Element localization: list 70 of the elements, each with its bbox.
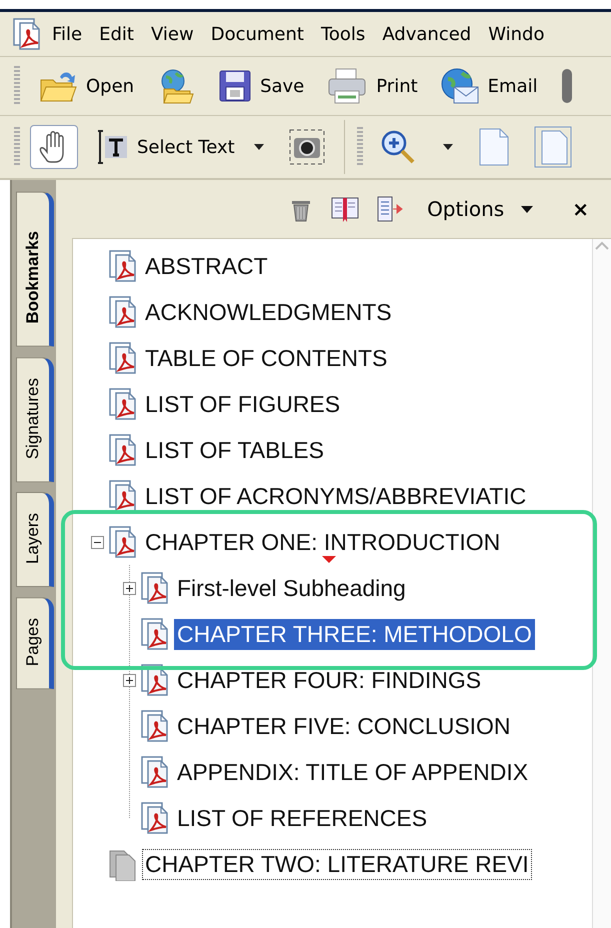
- pdf-document-icon: [108, 249, 138, 283]
- bookmark-item[interactable]: LIST OF REFERENCES: [174, 802, 430, 834]
- bookmark-item[interactable]: TABLE OF CONTENTS: [142, 342, 390, 374]
- menu-item[interactable]: View: [142, 24, 203, 44]
- bookmark-icon: [331, 195, 360, 223]
- menu-item[interactable]: Document: [202, 24, 313, 44]
- bookmark-item[interactable]: LIST OF FIGURES: [142, 388, 344, 420]
- page-frame-icon: [534, 126, 572, 168]
- toolbar-grip[interactable]: [356, 127, 363, 167]
- pdf-document-icon: [140, 709, 170, 743]
- caret-icon: [520, 204, 534, 214]
- bookmark-item[interactable]: CHAPTER THREE: METHODOLO: [174, 618, 535, 650]
- expand-toggle[interactable]: [123, 582, 136, 594]
- bookmark-item[interactable]: LIST OF TABLES: [142, 434, 327, 466]
- pdf-document-icon: [140, 801, 170, 835]
- bookmark-item[interactable]: ABSTRACT: [142, 250, 271, 282]
- clip-icon: [560, 67, 572, 105]
- toolbar-button[interactable]: Print: [322, 65, 422, 107]
- close-button[interactable]: ×: [570, 195, 591, 223]
- side-tab[interactable]: Bookmarks: [16, 192, 54, 347]
- toolbar-grip[interactable]: [14, 127, 20, 167]
- toolbar-button[interactable]: Email: [436, 65, 542, 107]
- menu-item[interactable]: Advanced: [374, 24, 480, 44]
- caret-icon: [252, 143, 265, 151]
- pdf-document-icon: [108, 525, 138, 559]
- plus-icon: [124, 582, 135, 594]
- side-tab[interactable]: Layers: [16, 492, 54, 587]
- menu-item[interactable]: Tools: [312, 24, 374, 44]
- side-tab[interactable]: Signatures: [16, 356, 54, 482]
- pdf-document-icon: [140, 755, 170, 789]
- expand-toggle[interactable]: [91, 536, 104, 548]
- options-menu-button[interactable]: Options: [425, 195, 536, 223]
- pdf-document-icon: [108, 433, 138, 467]
- bookmark-item[interactable]: CHAPTER FOUR: FINDINGS: [174, 664, 484, 696]
- globe-envelope-icon: [440, 67, 480, 105]
- expand-bookmark-button[interactable]: [375, 194, 406, 224]
- hand-tool-button[interactable]: [30, 125, 78, 169]
- side-tab[interactable]: Pages: [16, 596, 54, 690]
- pdf-document-icon: [140, 617, 170, 651]
- camera-icon: [288, 129, 325, 165]
- pdf-document-icon: [140, 571, 170, 605]
- toolbar-grip[interactable]: [14, 66, 20, 106]
- caret-icon: [442, 143, 454, 151]
- zoom-in-icon: [380, 129, 416, 165]
- bookmark-item[interactable]: CHAPTER FIVE: CONCLUSION: [174, 710, 514, 742]
- bookmark-item[interactable]: ACKNOWLEDGMENTS: [142, 296, 395, 328]
- pdf-document-icon: [108, 479, 138, 513]
- bookmark-item[interactable]: CHAPTER ONE: INTRODUCTION: [142, 526, 504, 558]
- pdf-document-icon: [108, 295, 138, 329]
- pdf-document-icon: [108, 341, 138, 375]
- bookmark-item[interactable]: CHAPTER TWO: LITERATURE REVI: [142, 848, 532, 880]
- drop-marker-icon: [322, 556, 336, 563]
- bookmark-item[interactable]: First-level Subheading: [174, 572, 409, 604]
- printer-icon: [326, 67, 368, 105]
- pdf-document-icon: [140, 663, 170, 697]
- menu-item[interactable]: File: [44, 24, 92, 44]
- scroll-bar[interactable]: [592, 239, 611, 928]
- text-cursor-icon: [95, 128, 129, 166]
- page-icon: [478, 127, 510, 167]
- bookmark-item[interactable]: LIST OF ACRONYMS/ABBREVIATIC: [142, 480, 530, 512]
- pdf-document-icon: [108, 387, 138, 421]
- plus-icon: [124, 674, 135, 686]
- expand-bookmark-icon: [377, 196, 404, 222]
- toolbar-button[interactable]: Open: [34, 66, 138, 106]
- menu-item[interactable]: Edit: [91, 24, 143, 44]
- expand-toggle[interactable]: [123, 674, 136, 686]
- menu-item[interactable]: Windo: [480, 24, 554, 44]
- app-logo-icon: [12, 17, 42, 51]
- bookmark-item[interactable]: APPENDIX: TITLE OF APPENDIX: [174, 756, 532, 788]
- toolbar-button[interactable]: Save: [214, 67, 308, 105]
